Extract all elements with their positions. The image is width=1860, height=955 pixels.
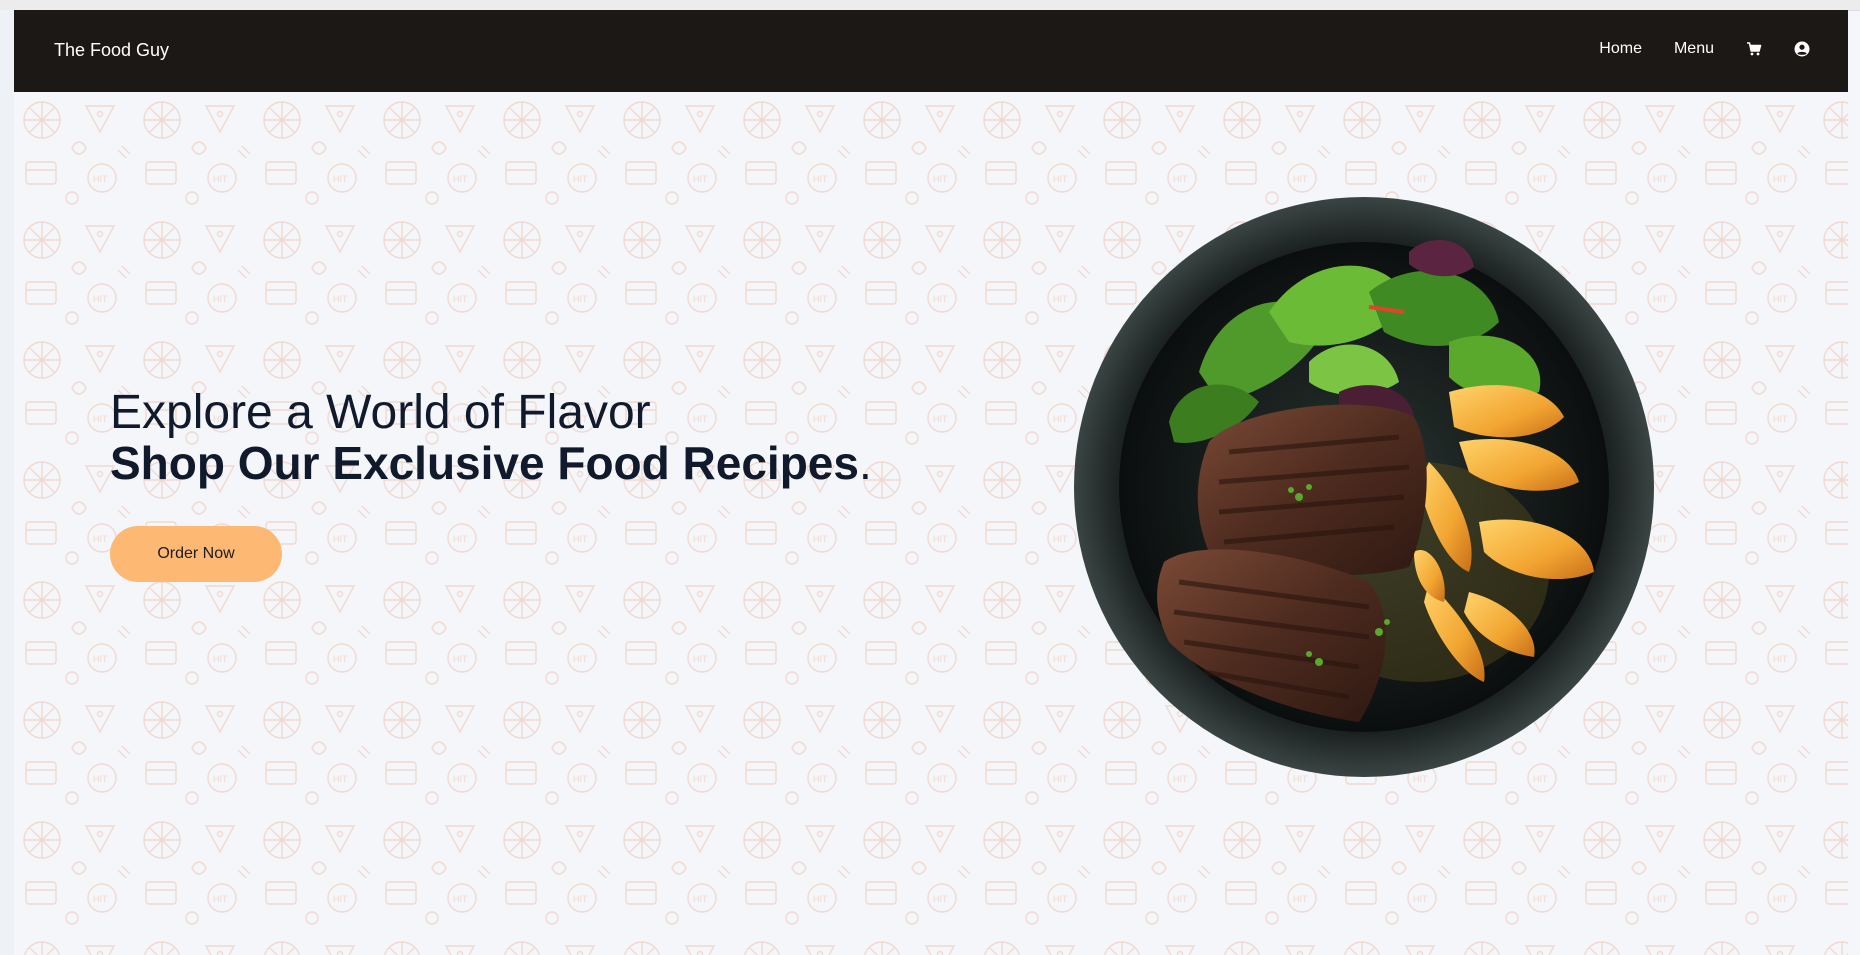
hero-headline: Explore a World of Flavor Shop Our Exclu… — [110, 386, 872, 489]
headline-line-1: Explore a World of Flavor — [110, 386, 651, 439]
user-account-icon[interactable] — [1794, 41, 1810, 57]
headline-line-2-text: Shop Our Exclusive Food Recipes — [110, 437, 859, 489]
hero-section: HIT Explore a World of Flavor Shop Our E… — [14, 92, 1848, 955]
brand-logo-text[interactable]: The Food Guy — [54, 40, 169, 61]
headline-period: . — [858, 437, 872, 489]
nav-links: Home Menu — [1567, 40, 1810, 58]
navbar: The Food Guy Home Menu — [14, 10, 1848, 92]
food-dish-image — [1074, 197, 1654, 777]
page-left-gutter — [0, 10, 14, 955]
nav-link-home[interactable]: Home — [1599, 40, 1642, 58]
nav-link-menu[interactable]: Menu — [1674, 40, 1714, 58]
headline-line-2: Shop Our Exclusive Food Recipes. — [110, 438, 872, 488]
order-now-button[interactable]: Order Now — [110, 526, 282, 582]
cart-icon[interactable] — [1746, 41, 1762, 57]
